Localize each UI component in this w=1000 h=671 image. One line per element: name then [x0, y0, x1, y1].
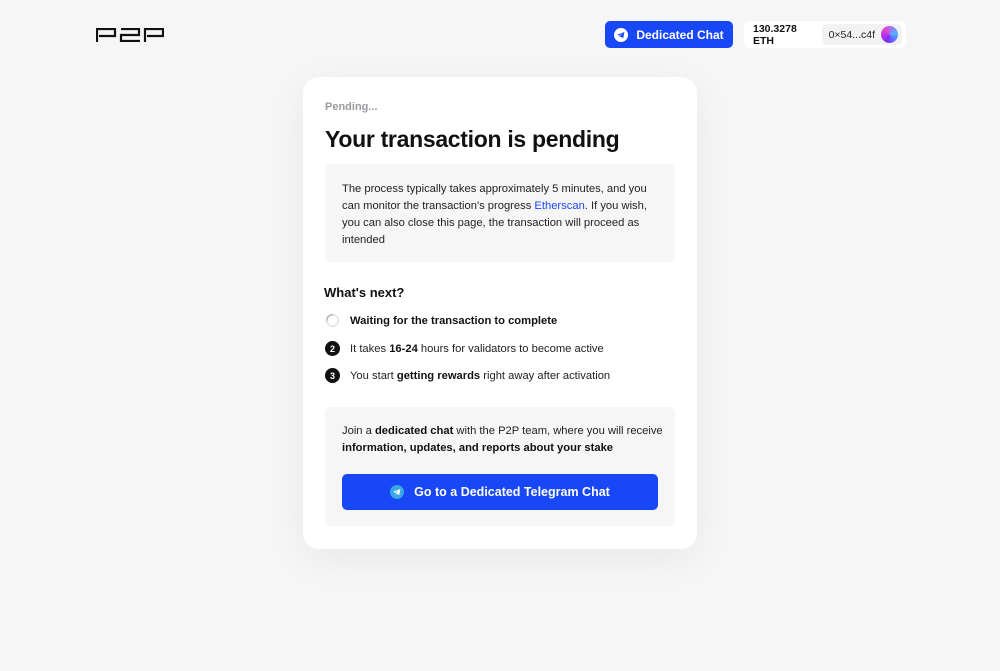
- etherscan-link[interactable]: Etherscan: [534, 200, 584, 212]
- transaction-card: Pending... Your transaction is pending T…: [303, 77, 697, 549]
- dedicated-chat-button[interactable]: Dedicated Chat: [605, 21, 733, 48]
- telegram-icon: [390, 485, 405, 499]
- join-chat-text: Join a dedicated chat with the P2P team,…: [342, 425, 663, 454]
- avatar: [881, 26, 898, 43]
- step-validators: 2 It takes 16-24 hours for validators to…: [325, 341, 604, 356]
- eth-balance: 130.3278 ETH: [753, 22, 797, 47]
- info-box: The process typically takes approximatel…: [325, 164, 675, 262]
- wallet-address: 0×54...c4f: [828, 28, 875, 41]
- step-text: It takes 16-24 hours for validators to b…: [350, 342, 604, 355]
- spinner-icon: [325, 313, 340, 328]
- page-title: Your transaction is pending: [325, 126, 620, 152]
- step-rewards: 3 You start getting rewards right away a…: [325, 368, 610, 383]
- step-waiting: Waiting for the transaction to complete: [325, 313, 557, 328]
- step-number: 3: [325, 368, 340, 383]
- step-number: 2: [325, 341, 340, 356]
- chat-button-label: Dedicated Chat: [636, 27, 724, 42]
- whats-next-heading: What's next?: [324, 285, 405, 300]
- step-label: Waiting for the transaction to complete: [350, 314, 558, 327]
- telegram-chat-button[interactable]: Go to a Dedicated Telegram Chat: [342, 474, 658, 510]
- step-text: You start getting rewards right away aft…: [350, 369, 611, 382]
- join-chat-box: Join a dedicated chat with the P2P team,…: [325, 407, 675, 526]
- wallet-widget: 130.3278 ETH 0×54...c4f: [744, 21, 906, 48]
- status-label: Pending...: [325, 101, 378, 113]
- p2p-logo[interactable]: [96, 28, 164, 42]
- telegram-button-label: Go to a Dedicated Telegram Chat: [414, 485, 610, 499]
- wallet-address-button[interactable]: 0×54...c4f: [821, 24, 902, 45]
- telegram-icon: [614, 27, 629, 42]
